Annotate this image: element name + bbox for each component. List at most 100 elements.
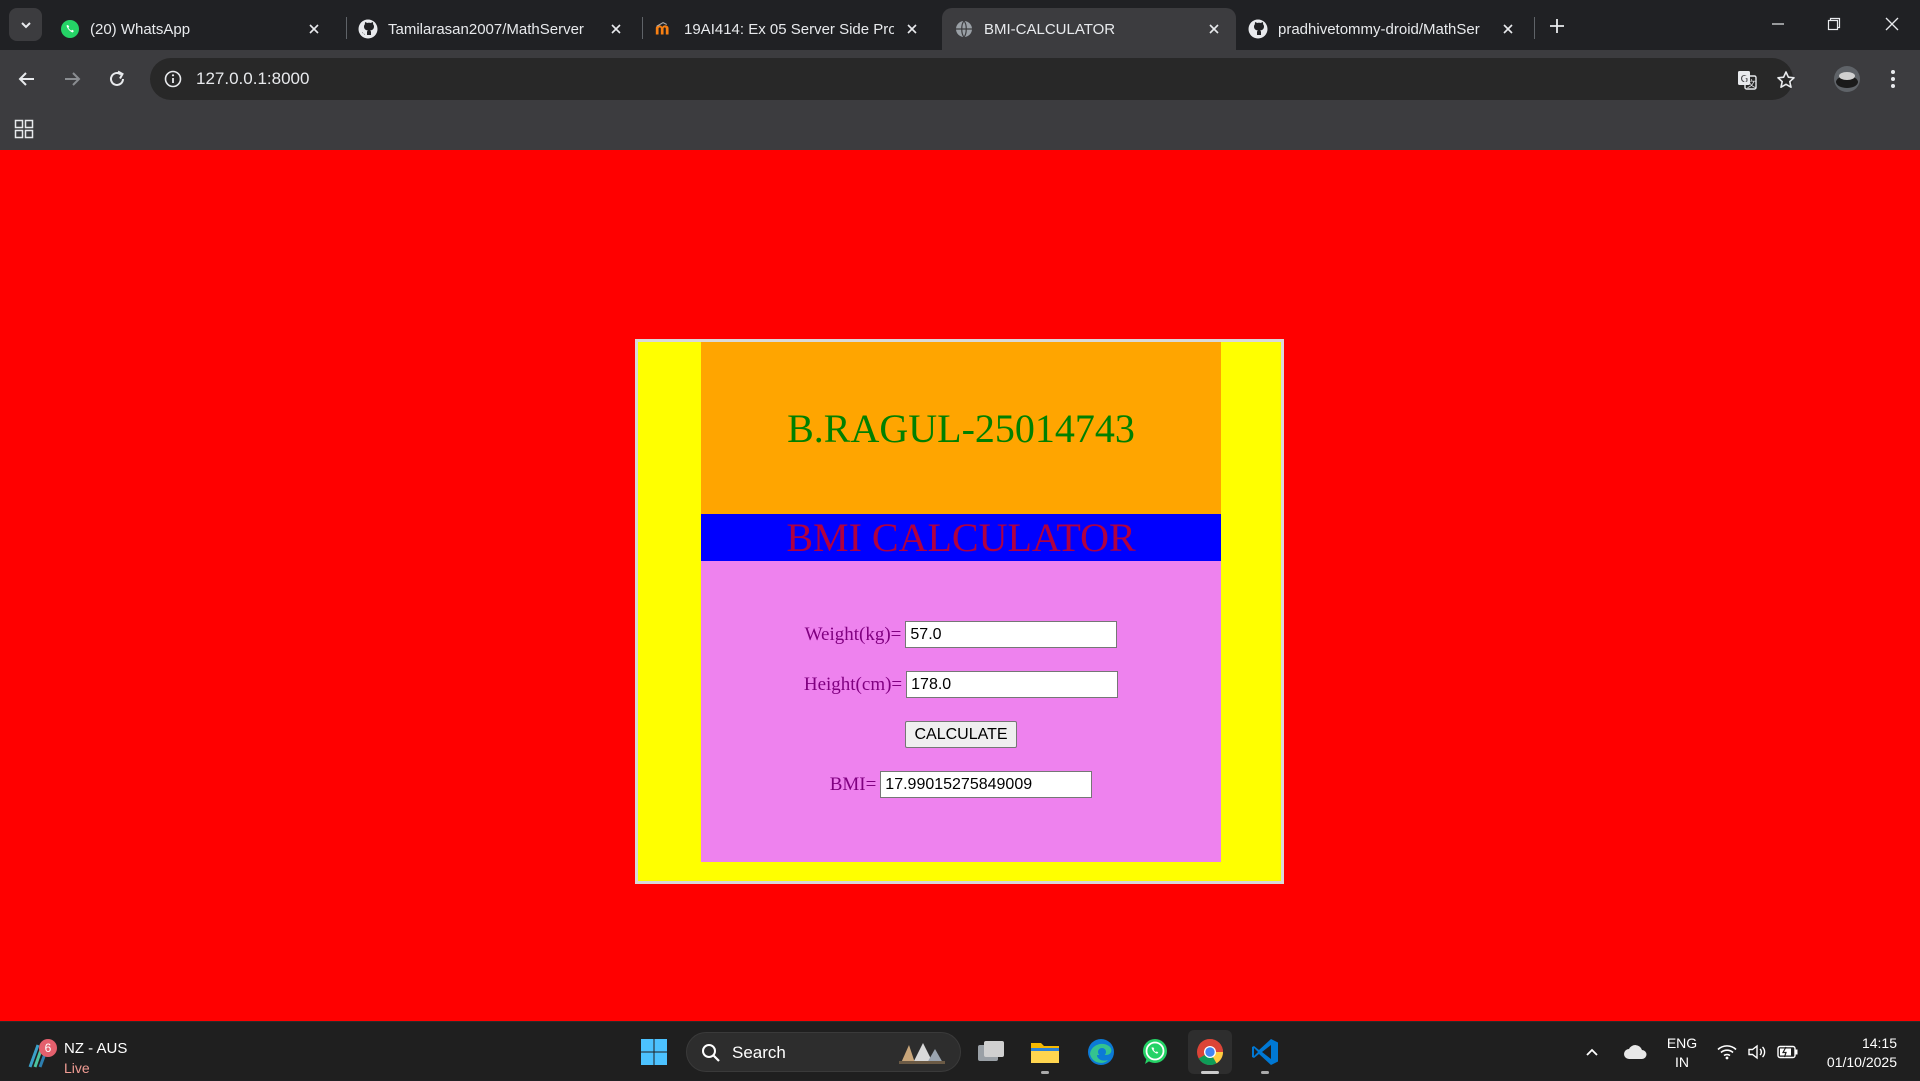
arrow-right-icon (65, 72, 81, 86)
close-icon (1885, 17, 1899, 31)
whatsapp-icon (1143, 1039, 1167, 1064)
chevron-up-icon (1586, 1048, 1598, 1056)
widget-title: NZ - AUS (64, 1040, 128, 1057)
height-row: Height(cm)= (701, 671, 1221, 698)
restore-icon (1827, 17, 1841, 31)
widget-subtitle: Live (64, 1060, 90, 1076)
search-highlight-icon (899, 1043, 945, 1064)
reload-button[interactable] (99, 61, 135, 97)
calculate-row: CALCULATE (701, 721, 1221, 748)
notification-badge: 6 (39, 1039, 57, 1057)
bmi-container: B.RAGUL-25014743 BMI CALCULATOR Weight(k… (635, 339, 1284, 884)
apps-grid-icon[interactable] (12, 117, 36, 141)
clock-time: 14:15 (1861, 1035, 1897, 1051)
weight-input[interactable] (905, 621, 1118, 648)
bmi-panel: B.RAGUL-25014743 BMI CALCULATOR Weight(k… (701, 342, 1221, 862)
task-view-button[interactable] (969, 1030, 1013, 1074)
kebab-menu-icon (1891, 70, 1895, 88)
translate-icon[interactable]: G文 (1734, 67, 1760, 93)
file-explorer-button[interactable] (1023, 1030, 1067, 1074)
vscode-icon (1252, 1039, 1278, 1065)
profile-avatar[interactable] (1829, 61, 1865, 97)
close-icon[interactable] (606, 19, 626, 39)
back-button[interactable] (9, 61, 45, 97)
close-icon[interactable] (304, 19, 324, 39)
windows-icon (641, 1039, 667, 1065)
chrome-button[interactable] (1188, 1030, 1232, 1074)
whatsapp-icon (60, 19, 80, 39)
address-bar[interactable]: 127.0.0.1:8000 G文 (150, 58, 1795, 100)
tab-title: 19AI414: Ex 05 Server Side Proc (684, 20, 894, 38)
clock-date: 01/10/2025 (1826, 1054, 1897, 1070)
close-icon[interactable] (1204, 19, 1224, 39)
search-icon (702, 1044, 720, 1062)
github-icon (358, 19, 378, 39)
start-button[interactable] (632, 1030, 676, 1074)
close-icon[interactable] (902, 19, 922, 39)
weight-label: Weight(kg)= (804, 623, 902, 645)
windows-taskbar: 6 NZ - AUS Live Search ENG IN 14:15 01/1… (0, 1021, 1920, 1080)
tab-strip: (20) WhatsApp Tamilarasan2007/MathServer… (0, 0, 1920, 50)
url-text[interactable]: 127.0.0.1:8000 (196, 69, 309, 89)
chevron-down-icon (20, 21, 31, 28)
bookmark-star-icon[interactable] (1773, 67, 1799, 93)
folder-icon (1031, 1043, 1059, 1063)
show-hidden-icons-button[interactable] (1580, 1022, 1604, 1081)
tab-moodle-exercise[interactable]: 19AI414: Ex 05 Server Side Proc (642, 8, 934, 50)
region-code: IN (1675, 1054, 1689, 1070)
tab-title: Tamilarasan2007/MathServer (388, 20, 584, 38)
browser-toolbar: 127.0.0.1:8000 G文 (0, 50, 1920, 108)
onedrive-icon[interactable] (1620, 1022, 1650, 1081)
bookmarks-bar (0, 108, 1920, 150)
plus-icon (1550, 19, 1564, 33)
bmi-form: Weight(kg)= Height(cm)= CALCULATE BMI= (701, 561, 1221, 862)
language-code: ENG (1666, 1035, 1698, 1051)
title-band: BMI CALCULATOR (701, 514, 1221, 561)
site-info-icon[interactable] (160, 66, 186, 92)
whatsapp-button[interactable] (1133, 1030, 1177, 1074)
bmi-output[interactable] (880, 771, 1093, 798)
running-indicator (1261, 1071, 1269, 1074)
tab-separator (1534, 17, 1535, 39)
tab-github-pradhive[interactable]: pradhivetommy-droid/MathSer (1236, 8, 1530, 50)
moodle-icon (654, 19, 674, 39)
tab-title: pradhivetommy-droid/MathSer (1278, 20, 1480, 38)
weight-row: Weight(kg)= (701, 621, 1221, 648)
running-indicator (1041, 1071, 1049, 1074)
forward-button[interactable] (54, 61, 90, 97)
taskbar-search[interactable]: Search (686, 1032, 961, 1072)
weather-widget[interactable]: 6 NZ - AUS Live (22, 1031, 142, 1076)
edge-icon (1088, 1039, 1114, 1065)
github-icon (1248, 19, 1268, 39)
system-clock[interactable]: 14:15 01/10/2025 (1815, 1034, 1897, 1072)
page-title: BMI CALCULATOR (786, 514, 1136, 560)
tab-whatsapp[interactable]: (20) WhatsApp (48, 8, 336, 50)
tab-bmi-calculator[interactable]: BMI-CALCULATOR (942, 8, 1236, 50)
bmi-label: BMI= (829, 773, 877, 795)
language-indicator[interactable]: ENG IN (1664, 1034, 1700, 1072)
browser-menu-button[interactable] (1875, 61, 1911, 97)
new-tab-button[interactable] (1543, 12, 1571, 40)
arrow-left-icon (18, 72, 34, 86)
edge-button[interactable] (1079, 1030, 1123, 1074)
reload-icon (110, 70, 124, 86)
calculate-button[interactable]: CALCULATE (905, 721, 1017, 748)
volume-icon[interactable] (1744, 1022, 1770, 1081)
wifi-icon[interactable] (1714, 1022, 1740, 1081)
close-icon[interactable] (1498, 19, 1518, 39)
battery-icon[interactable] (1774, 1022, 1802, 1081)
bmi-row: BMI= (701, 771, 1221, 798)
minimize-button[interactable] (1750, 0, 1806, 48)
tab-title: (20) WhatsApp (90, 20, 191, 38)
tab-github-tamilarasan[interactable]: Tamilarasan2007/MathServer (346, 8, 638, 50)
task-view-icon (978, 1041, 1004, 1061)
vscode-button[interactable] (1243, 1030, 1287, 1074)
close-window-button[interactable] (1864, 0, 1920, 48)
restore-button[interactable] (1806, 0, 1862, 48)
page-heading: B.RAGUL-25014743 (787, 405, 1135, 451)
page-viewport: B.RAGUL-25014743 BMI CALCULATOR Weight(k… (0, 150, 1920, 1021)
tab-search-button[interactable] (9, 8, 42, 41)
chrome-icon (1197, 1038, 1224, 1066)
minimize-icon (1772, 23, 1784, 25)
height-input[interactable] (906, 671, 1119, 698)
